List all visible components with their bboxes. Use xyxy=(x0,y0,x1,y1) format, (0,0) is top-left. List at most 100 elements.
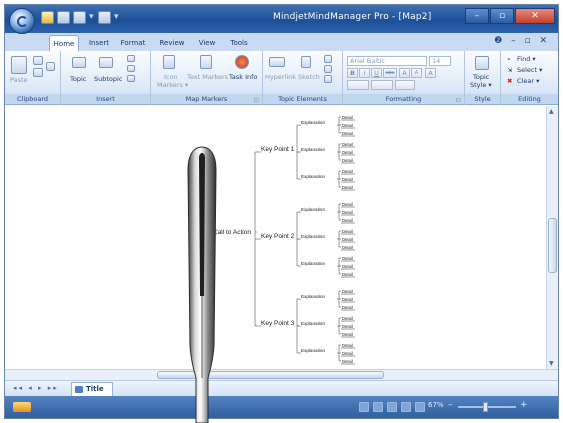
tab-format[interactable]: Format xyxy=(118,35,148,51)
zoom-in-button[interactable]: + xyxy=(520,400,528,410)
detail-topic[interactable]: Detail xyxy=(342,359,353,364)
horizontal-scrollbar[interactable] xyxy=(5,369,558,380)
explanation-topic[interactable]: Explanation xyxy=(301,294,325,299)
tab-view[interactable]: View xyxy=(195,35,219,51)
find-button[interactable]: Find ▾ xyxy=(517,55,536,63)
vertical-scroll-thumb[interactable] xyxy=(548,218,557,273)
icon-markers-label-2[interactable]: Markers ▾ xyxy=(157,81,188,89)
grow-font-button[interactable]: A xyxy=(399,68,410,78)
vertical-scrollbar[interactable]: ▲ ▼ xyxy=(546,106,558,369)
relationship-icon[interactable] xyxy=(127,65,135,72)
icon-markers-icon[interactable] xyxy=(163,55,175,69)
explanation-topic[interactable]: Explanation xyxy=(301,147,325,152)
topic-style-label-2[interactable]: Style ▾ xyxy=(470,81,492,89)
topic-style-icon[interactable] xyxy=(475,56,489,70)
clear-icon[interactable]: ✖ xyxy=(507,77,512,85)
sheet-nav-arrows[interactable]: ◂◂ ◂ ▸ ▸▸ xyxy=(13,384,59,392)
paste-icon[interactable] xyxy=(11,56,27,74)
map-markers-launcher-icon[interactable]: ⊡ xyxy=(254,96,259,104)
topic-style-label-1[interactable]: Topic xyxy=(473,73,489,81)
boundary-icon[interactable] xyxy=(127,75,135,82)
key-point-topic[interactable]: Key Point 1 xyxy=(261,146,295,153)
hyperlink-label[interactable]: Hyperlink xyxy=(265,73,296,81)
detail-topic[interactable]: Detail xyxy=(342,169,353,174)
detail-topic[interactable]: Detail xyxy=(342,316,353,321)
task-info-label[interactable]: Task Info xyxy=(229,73,257,81)
tab-home[interactable]: Home xyxy=(49,35,79,51)
detail-topic[interactable]: Detail xyxy=(342,264,353,269)
detail-topic[interactable]: Detail xyxy=(342,332,353,337)
undo-icon[interactable] xyxy=(73,11,86,24)
detail-topic[interactable]: Detail xyxy=(342,272,353,277)
text-markers-label[interactable]: Text Markers xyxy=(187,73,228,81)
help-controls[interactable]: ❷ – ▫ ✕ xyxy=(494,36,550,46)
text-markers-icon[interactable] xyxy=(200,55,212,69)
gantt-view-icon[interactable] xyxy=(401,402,411,412)
format-painter-icon[interactable] xyxy=(46,62,55,71)
find-icon[interactable]: ⌕ xyxy=(507,55,511,64)
detail-topic[interactable]: Detail xyxy=(342,185,353,190)
attachment-icon[interactable] xyxy=(324,65,332,73)
minimize-button[interactable]: – xyxy=(465,8,489,24)
key-point-topic[interactable]: Key Point 2 xyxy=(261,233,295,240)
cut-icon[interactable] xyxy=(33,56,43,65)
status-tray-icon[interactable] xyxy=(13,402,31,412)
detail-topic[interactable]: Detail xyxy=(342,218,353,223)
maximize-button[interactable]: ▫ xyxy=(490,8,514,24)
image-icon[interactable] xyxy=(324,75,332,83)
scroll-down-icon[interactable]: ▼ xyxy=(549,360,554,367)
sketch-icon[interactable] xyxy=(301,56,311,68)
clear-button[interactable]: Clear ▾ xyxy=(517,77,539,85)
font-name-field[interactable]: Arial Baltic xyxy=(347,56,427,66)
key-point-topic[interactable]: Key Point 3 xyxy=(261,320,295,327)
detail-topic[interactable]: Detail xyxy=(342,245,353,250)
detail-topic[interactable]: Detail xyxy=(342,305,353,310)
detail-topic[interactable]: Detail xyxy=(342,237,353,242)
strikethrough-button[interactable]: abc xyxy=(383,68,397,78)
close-button[interactable]: ✕ xyxy=(515,8,555,24)
explanation-topic[interactable]: Explanation xyxy=(301,120,325,125)
map-canvas[interactable]: Call to Action Key Point 1 Explanation Deta… xyxy=(5,106,546,369)
zoom-out-button[interactable]: – xyxy=(448,400,453,410)
detail-topic[interactable]: Detail xyxy=(342,210,353,215)
explanation-topic[interactable]: Explanation xyxy=(301,234,325,239)
tab-tools[interactable]: Tools xyxy=(226,35,252,51)
detail-topic[interactable]: Detail xyxy=(342,123,353,128)
explanation-topic[interactable]: Explanation xyxy=(301,261,325,266)
explanation-topic[interactable]: Explanation xyxy=(301,348,325,353)
notes-icon[interactable] xyxy=(324,55,332,63)
fit-map-icon[interactable] xyxy=(415,402,425,412)
hyperlink-icon[interactable] xyxy=(269,57,285,67)
icon-markers-label-1[interactable]: Icon xyxy=(164,73,178,81)
tab-insert[interactable]: Insert xyxy=(85,35,113,51)
shrink-font-button[interactable]: A xyxy=(411,68,422,78)
task-info-icon[interactable] xyxy=(235,55,249,69)
detail-topic[interactable]: Detail xyxy=(342,158,353,163)
detail-topic[interactable]: Detail xyxy=(342,324,353,329)
font-color-button[interactable]: A xyxy=(425,68,436,78)
alignment-icon[interactable] xyxy=(395,80,415,90)
topic-button-label[interactable]: Topic xyxy=(70,75,86,83)
map-view-icon[interactable] xyxy=(387,402,397,412)
outline-view-icon[interactable] xyxy=(373,402,383,412)
zoom-slider-knob[interactable] xyxy=(483,402,488,412)
subtopic-button-label[interactable]: Subtopic xyxy=(94,75,122,83)
topic-icon[interactable] xyxy=(72,57,86,68)
copy-icon[interactable] xyxy=(33,68,43,77)
detail-topic[interactable]: Detail xyxy=(342,131,353,136)
detail-topic[interactable]: Detail xyxy=(342,177,353,182)
sketch-label[interactable]: Sketch xyxy=(298,73,320,81)
callout-icon[interactable] xyxy=(127,55,135,62)
detail-topic[interactable]: Detail xyxy=(342,343,353,348)
italic-button[interactable]: I xyxy=(359,68,370,78)
detail-topic[interactable]: Detail xyxy=(342,202,353,207)
underline-button[interactable]: U xyxy=(371,68,382,78)
redo-icon[interactable] xyxy=(98,11,111,24)
open-icon[interactable] xyxy=(57,11,70,24)
detail-topic[interactable]: Detail xyxy=(342,142,353,147)
scroll-up-icon[interactable]: ▲ xyxy=(549,108,554,115)
bold-button[interactable]: B xyxy=(347,68,358,78)
tab-review[interactable]: Review xyxy=(157,35,187,51)
explanation-topic[interactable]: Explanation xyxy=(301,207,325,212)
detail-topic[interactable]: Detail xyxy=(342,297,353,302)
